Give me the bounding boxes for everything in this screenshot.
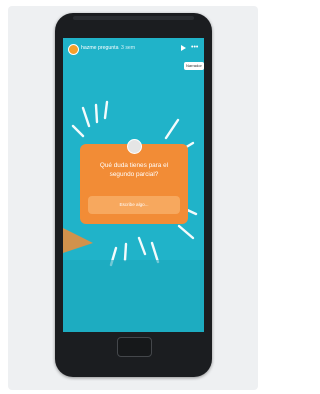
question-sticker: Qué duda tienes para el segundo parcial?… (80, 139, 188, 224)
story-screen: hazme pregunta 3 sem ••• Narrador Qué du… (63, 38, 204, 332)
story-header: hazme pregunta 3 sem ••• (63, 38, 204, 60)
answer-input[interactable]: Escribe algo... (88, 196, 180, 214)
home-button[interactable] (117, 337, 152, 357)
phone-top-rim (73, 16, 194, 20)
avatar[interactable] (68, 44, 79, 55)
question-text: Qué duda tienes para el segundo parcial? (99, 162, 169, 178)
answer-placeholder: Escribe algo... (119, 202, 149, 207)
play-icon[interactable] (181, 45, 186, 51)
notification-pill[interactable]: Narrador (184, 62, 204, 70)
story-username[interactable]: hazme pregunta (81, 45, 119, 51)
question-avatar (127, 139, 142, 154)
phone-frame: hazme pregunta 3 sem ••• Narrador Qué du… (55, 13, 212, 377)
more-icon[interactable]: ••• (191, 44, 198, 51)
story-time: 3 sem (121, 45, 136, 51)
